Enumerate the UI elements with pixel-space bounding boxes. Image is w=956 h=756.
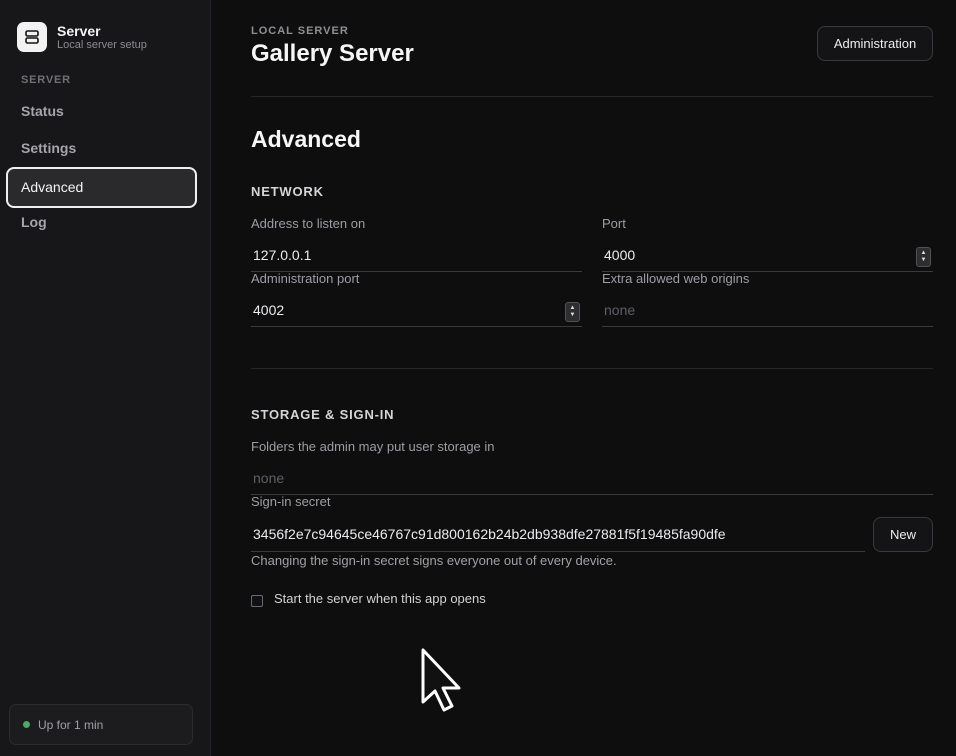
sidebar: Server Local server setup SERVER Status … bbox=[0, 0, 211, 756]
port-stepper-icon[interactable]: ▲ ▼ bbox=[916, 247, 931, 267]
brand-subtitle: Local server setup bbox=[57, 38, 147, 51]
origins-label: Extra allowed web origins bbox=[602, 271, 750, 286]
folders-input[interactable]: none bbox=[251, 463, 933, 495]
address-input[interactable]: 127.0.0.1 bbox=[251, 240, 582, 272]
sidebar-item-status[interactable]: Status bbox=[21, 103, 64, 119]
admin-port-value: 4002 bbox=[253, 302, 285, 318]
folders-label: Folders the admin may put user storage i… bbox=[251, 439, 495, 454]
section-title: Advanced bbox=[251, 126, 361, 152]
admin-port-stepper-icon[interactable]: ▲ ▼ bbox=[565, 302, 580, 322]
administration-button[interactable]: Administration bbox=[817, 26, 933, 61]
secret-label: Sign-in secret bbox=[251, 494, 331, 509]
divider bbox=[251, 96, 933, 97]
secret-input[interactable]: 3456f2e7c94645ce46767c91d800162b24b2db93… bbox=[251, 517, 865, 552]
autostart-checkbox[interactable] bbox=[251, 595, 263, 607]
server-icon bbox=[17, 22, 47, 52]
status-text: Up for 1 min bbox=[38, 717, 104, 732]
address-label: Address to listen on bbox=[251, 216, 366, 231]
divider bbox=[251, 368, 933, 369]
origins-input[interactable]: none bbox=[602, 295, 933, 327]
autostart-label[interactable]: Start the server when this app opens bbox=[274, 591, 486, 606]
mouse-cursor-icon bbox=[420, 648, 464, 719]
server-status: Up for 1 min bbox=[9, 704, 193, 745]
brand-title: Server bbox=[57, 22, 101, 39]
port-input[interactable]: 4000 ▲ ▼ bbox=[602, 240, 933, 272]
admin-port-input[interactable]: 4002 ▲ ▼ bbox=[251, 295, 582, 327]
new-secret-button[interactable]: New bbox=[873, 517, 933, 552]
nav-section-label: SERVER bbox=[21, 74, 71, 86]
port-value: 4000 bbox=[604, 247, 636, 263]
sidebar-item-settings[interactable]: Settings bbox=[21, 140, 76, 156]
sidebar-item-log[interactable]: Log bbox=[21, 214, 47, 230]
secret-hint: Changing the sign-in secret signs everyo… bbox=[251, 553, 617, 568]
status-dot-icon bbox=[23, 721, 30, 728]
port-label: Port bbox=[602, 216, 626, 231]
admin-port-label: Administration port bbox=[251, 271, 360, 286]
page-eyebrow: LOCAL SERVER bbox=[251, 25, 349, 37]
sidebar-item-advanced[interactable]: Advanced bbox=[6, 167, 197, 208]
network-title: NETWORK bbox=[251, 184, 324, 199]
storage-title: STORAGE & SIGN-IN bbox=[251, 407, 395, 422]
page-title: Gallery Server bbox=[251, 40, 414, 67]
brand: Server Local server setup bbox=[17, 22, 147, 52]
